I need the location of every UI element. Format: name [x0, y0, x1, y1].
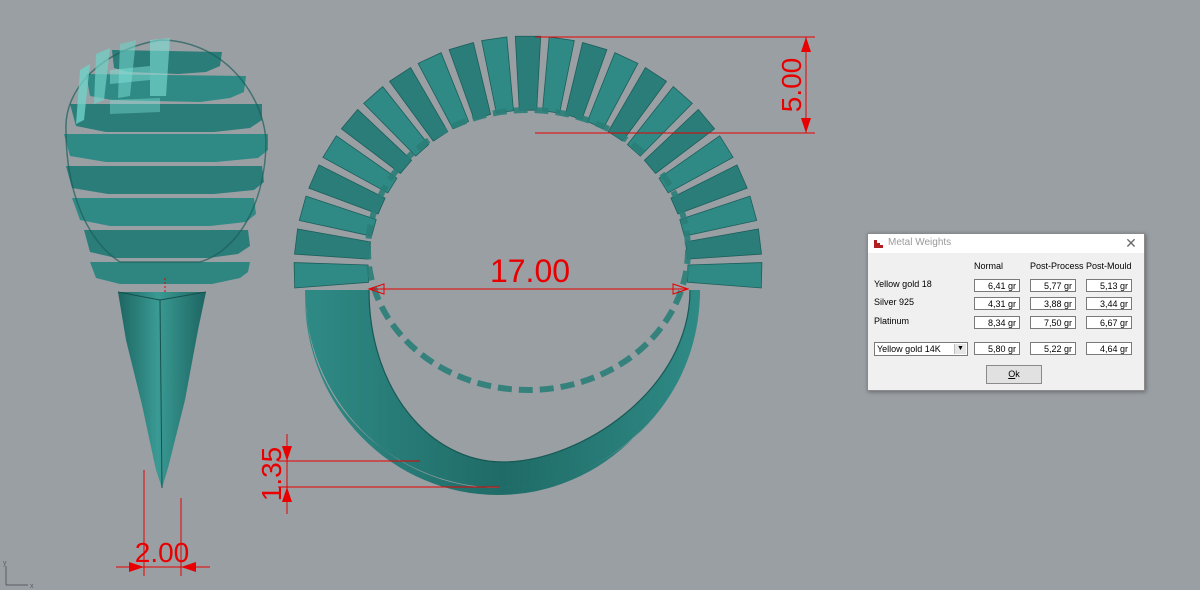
close-icon[interactable]: ✕ [1120, 234, 1142, 253]
axis-indicator: y x [3, 560, 34, 590]
app-icon [874, 240, 883, 248]
weight-field[interactable]: 3,88 gr [1030, 297, 1076, 310]
weight-field[interactable]: 4,31 gr [974, 297, 1020, 310]
dimension-inner-diameter-label: 17.00 [490, 253, 570, 289]
row-label-silver-925: Silver 925 [874, 297, 915, 307]
dimension-shank-width: 2.00 [116, 470, 210, 576]
dialog-title: Metal Weights [888, 237, 952, 248]
dimension-band-thickness-label: 1.35 [256, 447, 287, 502]
weight-field[interactable]: 5,13 gr [1086, 279, 1132, 292]
weight-field[interactable]: 5,22 gr [1030, 342, 1076, 355]
chevron-down-icon[interactable]: ▼ [954, 344, 966, 354]
column-header-post-process: Post-Process [1030, 261, 1084, 271]
axis-y-label: y [3, 560, 7, 567]
ring-segment [687, 262, 763, 289]
weight-field[interactable]: 6,67 gr [1086, 316, 1132, 329]
weight-field[interactable]: 6,41 gr [974, 279, 1020, 292]
column-header-normal: Normal [974, 261, 1004, 271]
weight-field[interactable]: 8,34 gr [974, 316, 1020, 329]
weight-field[interactable]: 5,80 gr [974, 342, 1020, 355]
weight-field[interactable]: 3,44 gr [1086, 297, 1132, 310]
dimension-inner-diameter: 17.00 [367, 253, 690, 295]
ring-side-view [64, 38, 268, 489]
ring-segments [293, 35, 763, 289]
ok-button[interactable]: Ok [986, 365, 1042, 384]
ok-button-label: k [1015, 369, 1020, 379]
ring-segment [293, 262, 369, 289]
weight-field[interactable]: 4,64 gr [1086, 342, 1132, 355]
metal-select-value: Yellow gold 14K [877, 344, 941, 354]
weight-field[interactable]: 7,50 gr [1030, 316, 1076, 329]
dialog-titlebar[interactable]: Metal Weights ✕ [868, 234, 1144, 253]
row-label-platinum: Platinum [874, 316, 910, 326]
ring-segment [514, 35, 542, 111]
metal-select[interactable]: Yellow gold 14K ▼ [874, 342, 968, 356]
weight-field[interactable]: 5,77 gr [1030, 279, 1076, 292]
row-label-yellow-gold-18: Yellow gold 18 [874, 279, 932, 289]
column-header-post-mould: Post-Mould [1086, 261, 1132, 271]
metal-weights-dialog: Metal Weights ✕ Normal Post-Process Post… [867, 233, 1145, 391]
dimension-shank-width-label: 2.00 [135, 537, 190, 568]
dimension-top-height-label: 5.00 [776, 58, 807, 113]
axis-x-label: x [30, 583, 34, 590]
